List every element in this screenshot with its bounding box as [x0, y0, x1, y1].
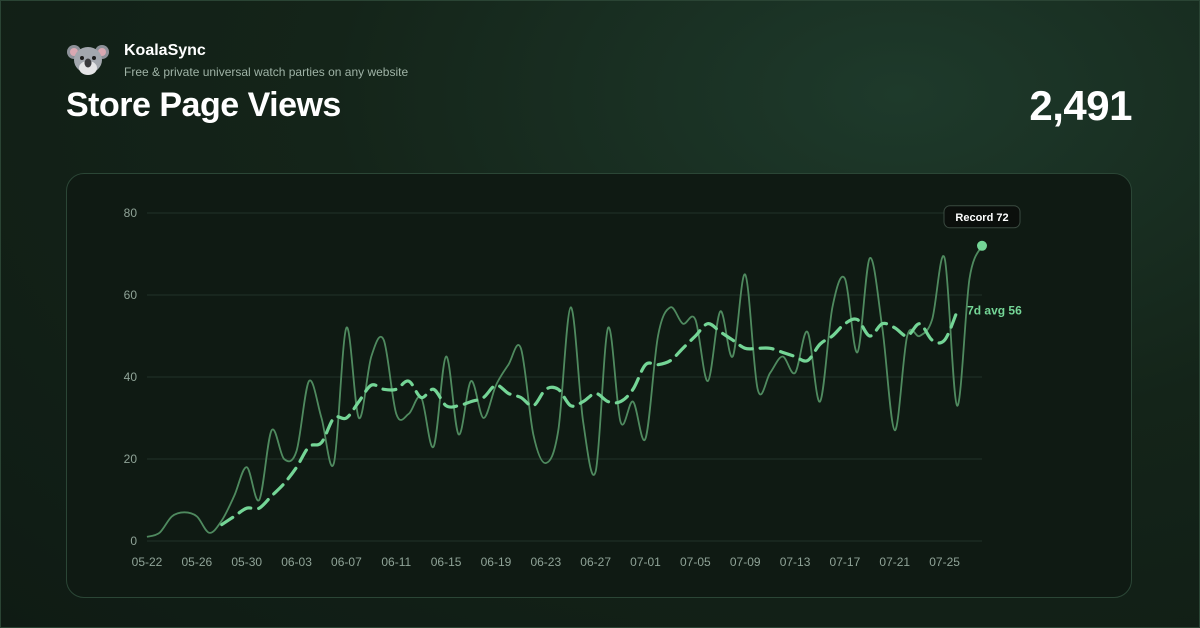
x-tick-label: 05-22: [132, 555, 163, 569]
x-tick-label: 07-01: [630, 555, 661, 569]
page-title: Store Page Views: [66, 86, 341, 124]
annotations: Record 72 7d avg 56: [943, 205, 1022, 317]
total-views: 2,491: [1029, 82, 1132, 129]
x-tick-label: 07-09: [730, 555, 761, 569]
x-tick-label: 07-13: [780, 555, 811, 569]
brand-tagline: Free & private universal watch parties o…: [124, 64, 409, 79]
x-tick-label: 05-30: [231, 555, 262, 569]
chart-card: 0 20 40 60 80 05-22 05-26 05-30 06-03 06-07 06-11…: [66, 173, 1132, 598]
x-tick-label: 07-05: [680, 555, 711, 569]
x-tick-label: 06-19: [481, 555, 512, 569]
series-avg-line: [220, 309, 959, 527]
x-tick-label: 06-07: [331, 555, 362, 569]
y-tick-label: 0: [130, 534, 137, 548]
record-point: [977, 240, 987, 251]
y-axis-ticks: 0 20 40 60 80: [124, 206, 138, 548]
line-chart: 0 20 40 60 80 05-22 05-26 05-30 06-03 06-07 06-11…: [124, 205, 1022, 569]
avg-label: 7d avg 56: [967, 303, 1022, 317]
y-tick-label: 40: [124, 370, 138, 384]
y-tick-label: 80: [124, 206, 138, 220]
koala-logo-icon: [67, 45, 109, 75]
x-tick-label: 07-21: [879, 555, 910, 569]
x-tick-label: 06-15: [431, 555, 462, 569]
x-tick-label: 06-23: [530, 555, 561, 569]
series-raw-line: [146, 245, 983, 538]
x-axis-ticks: 05-22 05-26 05-30 06-03 06-07 06-11 06-15 06-19…: [132, 555, 961, 569]
grid-layer: [147, 212, 982, 542]
x-tick-label: 07-25: [929, 555, 960, 569]
x-tick-label: 06-11: [381, 555, 411, 569]
y-tick-label: 20: [124, 452, 138, 466]
x-tick-label: 07-17: [830, 555, 861, 569]
record-label: Record 72: [955, 212, 1008, 224]
x-tick-label: 05-26: [181, 555, 212, 569]
y-tick-label: 60: [124, 288, 138, 302]
brand-name: KoalaSync: [124, 41, 206, 59]
brand: KoalaSync Free & private universal watch…: [66, 38, 408, 82]
x-tick-label: 06-03: [281, 555, 312, 569]
x-tick-label: 06-27: [580, 555, 611, 569]
